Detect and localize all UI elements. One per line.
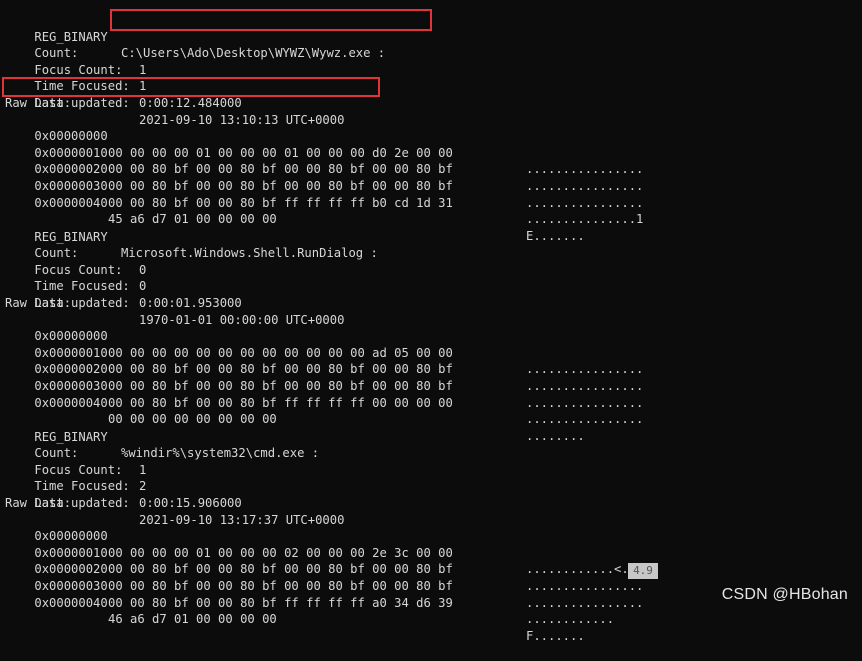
raw-data-label: Raw Data:: [5, 96, 72, 110]
hex-bytes: 00 00 80 bf 00 00 80 bf 00 00 80 bf 00 0…: [108, 578, 453, 593]
reg-type-line: REG_BINARY %windir%\system32\cmd.exe :: [5, 412, 319, 461]
time-focused-line: Time Focused: 0:00:15.906000: [5, 462, 241, 510]
focus-count-line: Focus Count: 1: [5, 45, 146, 94]
reg-type-line: REG_BINARY Microsoft.Windows.Shell.RunDi…: [5, 212, 377, 261]
hex-bytes: 00 00 80 bf 00 00 80 bf 00 00 80 bf 00 0…: [108, 178, 453, 193]
hex-row: 0x00000010 00 00 80 bf 00 00 80 bf 00 00…: [5, 328, 643, 393]
hex-bytes: 00 00 80 bf 00 00 80 bf ff ff ff ff 00 0…: [108, 395, 453, 410]
focus-count-value: 0: [139, 279, 147, 294]
hex-row: 0x00000030 00 00 80 bf 00 00 80 bf ff ff…: [5, 161, 643, 226]
hex-row: 0x00000040 00 00 00 00 00 00 00 00 .....…: [5, 378, 584, 443]
last-updated-line: Last updated: 2021-09-10 13:17:37 UTC+00…: [5, 478, 344, 527]
last-updated-highlight-box: [2, 77, 380, 97]
hex-bytes: 46 a6 d7 01 00 00 00 00: [108, 612, 277, 627]
hex-row: 0x00000000 00 00 00 00 01 00 00 00 01 00…: [5, 112, 643, 176]
hex-ascii: ................: [526, 178, 644, 193]
time-focused-value: 0:00:01.953000: [139, 295, 242, 310]
hex-offset: 0x00000040: [34, 195, 108, 210]
hex-row: 0x00000000 00 00 00 00 00 00 00 00 00 00…: [5, 312, 643, 376]
last-updated-value: 2021-09-10 13:17:37 UTC+0000: [139, 512, 345, 527]
hex-ascii: ............<..: [526, 562, 637, 577]
count-line: Count: 1: [5, 29, 146, 77]
hex-offset: 0x00000040: [34, 595, 108, 610]
raw-data-label: Raw Data:: [5, 296, 72, 310]
hex-ascii: F.......: [526, 628, 585, 643]
focus-count-line: Focus Count: 0: [5, 245, 146, 294]
count-value: 1: [139, 62, 147, 77]
count-value: 0: [139, 262, 147, 277]
reg-path: Microsoft.Windows.Shell.RunDialog :: [121, 246, 378, 261]
hex-offset: 0x00000040: [34, 395, 108, 410]
hex-row: 0x00000040 45 a6 d7 01 00 00 00 00 E....…: [5, 178, 584, 243]
hex-bytes: 00 00 80 bf 00 00 80 bf ff ff ff ff b0 c…: [108, 195, 453, 210]
reg-type-line: REG_BINARY C:\Users\Ado\Desktop\WYWZ\Wyw…: [5, 12, 385, 61]
csdn-watermark: CSDN @HBohan: [721, 586, 848, 603]
time-focused-line: Time Focused: 0:00:12.484000: [5, 62, 241, 110]
hex-bytes: 00 00 80 bf 00 00 80 bf 00 00 80 bf 00 0…: [108, 362, 453, 377]
count-line: Count: 0: [5, 229, 146, 277]
hex-row: 0x00000030 00 00 80 bf 00 00 80 bf ff ff…: [5, 361, 643, 426]
hex-row: 0x00000020 00 00 80 bf 00 00 80 bf 00 00…: [5, 545, 643, 609]
count-value: 1: [139, 462, 147, 477]
focus-count-value: 2: [139, 479, 147, 494]
hex-ascii: ................: [526, 362, 644, 377]
hex-ascii: ................: [526, 195, 644, 210]
hex-bytes: 00 00 00 00 01 00 00 00 02 00 00 00 2e 3…: [108, 545, 453, 560]
last-updated-value: 1970-01-01 00:00:00 UTC+0000: [139, 312, 345, 327]
hex-bytes: 00 00 80 bf 00 00 80 bf 00 00 80 bf 00 0…: [108, 378, 453, 393]
time-focused-line: Time Focused: 0:00:01.953000: [5, 262, 241, 310]
reg-path: %windir%\system32\cmd.exe :: [121, 446, 320, 461]
hex-ascii: ................: [526, 162, 644, 177]
hex-ascii: ................: [526, 412, 644, 427]
hex-bytes: 00 00 80 bf 00 00 80 bf 00 00 80 bf 00 0…: [108, 562, 453, 577]
hex-row: 0x00000000 00 00 00 00 01 00 00 00 02 00…: [5, 512, 636, 576]
hex-bytes: 00 00 80 bf 00 00 80 bf ff ff ff ff a0 3…: [108, 595, 453, 610]
hex-bytes: 45 a6 d7 01 00 00 00 00: [108, 212, 277, 227]
path-highlight-box: [110, 9, 432, 31]
time-focused-value: 0:00:15.906000: [139, 495, 242, 510]
hex-row: 0x00000020 00 00 80 bf 00 00 80 bf 00 00…: [5, 345, 643, 409]
hex-ascii: ........: [526, 428, 585, 443]
hex-row: 0x00000030 00 00 80 bf 00 00 80 bf ff ff…: [5, 561, 614, 626]
last-updated-line: Last updated: 1970-01-01 00:00:00 UTC+00…: [5, 278, 344, 327]
hex-ascii: E.......: [526, 228, 585, 243]
reg-path: C:\Users\Ado\Desktop\WYWZ\Wywz.exe :: [121, 46, 386, 61]
hex-row: 0x00000020 00 00 80 bf 00 00 80 bf 00 00…: [5, 145, 643, 209]
hex-row: 0x00000040 46 a6 d7 01 00 00 00 00 F....…: [5, 578, 584, 643]
hex-ascii: ................: [526, 378, 644, 393]
watermark-patch: 4.9: [628, 563, 658, 579]
last-updated-value: 2021-09-10 13:10:13 UTC+0000: [139, 112, 345, 127]
hex-row: 0x00000010 00 00 80 bf 00 00 80 bf 00 00…: [5, 128, 643, 193]
hex-bytes: 00 00 00 00 00 00 00 00: [108, 412, 277, 427]
hex-ascii: ................: [526, 578, 644, 593]
hex-bytes: 00 00 00 00 00 00 00 00 00 00 00 00 ad 0…: [108, 345, 453, 360]
hex-row: 0x00000010 00 00 80 bf 00 00 80 bf 00 00…: [5, 528, 643, 593]
hex-ascii: ................: [526, 395, 644, 410]
focus-count-line: Focus Count: 2: [5, 445, 146, 494]
raw-data-label: Raw Data:: [5, 496, 72, 510]
hex-ascii: ............: [526, 612, 615, 627]
hex-ascii: ...............1: [526, 212, 644, 227]
terminal-output: REG_BINARY C:\Users\Ado\Desktop\WYWZ\Wyw…: [0, 0, 862, 643]
hex-ascii: ................: [526, 595, 644, 610]
time-focused-value: 0:00:12.484000: [139, 95, 242, 110]
hex-bytes: 00 00 00 00 01 00 00 00 01 00 00 00 d0 2…: [108, 145, 453, 160]
hex-bytes: 00 00 80 bf 00 00 80 bf 00 00 80 bf 00 0…: [108, 162, 453, 177]
count-line: Count: 1: [5, 429, 146, 477]
